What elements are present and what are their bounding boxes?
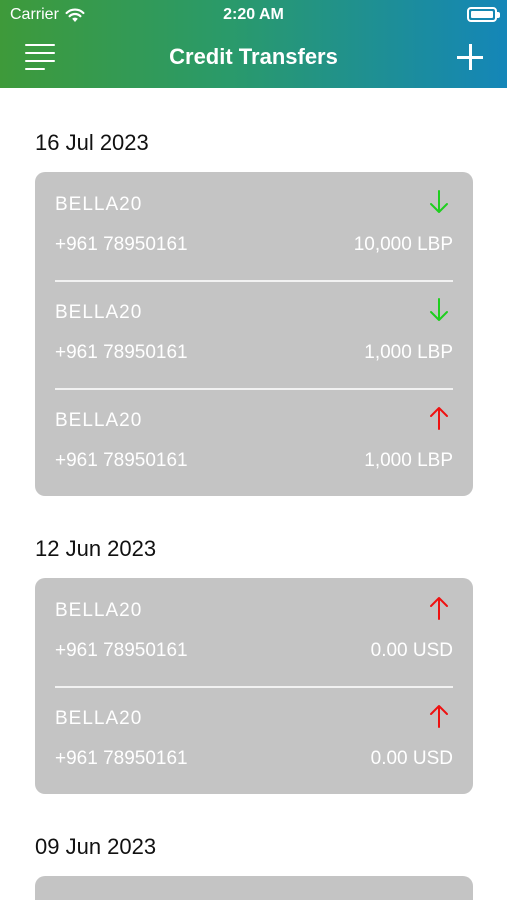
transfer-amount: 1,000 LBP bbox=[364, 450, 453, 471]
arrow-down-icon bbox=[430, 298, 448, 321]
date-heading: 16 Jul 2023 bbox=[35, 130, 149, 155]
transfer-phone: +961 78950161 bbox=[55, 234, 188, 255]
transfer-row[interactable]: BELLA20 +961 78950161 10,000 LBP bbox=[35, 172, 473, 280]
transfer-row[interactable]: BELLA20 +961 78950161 1,000 LBP bbox=[35, 388, 473, 496]
transfer-name: BELLA20 bbox=[55, 600, 143, 621]
transfers-list[interactable]: 16 Jul 2023 BELLA20 +961 78950161 10,000 LB… bbox=[0, 88, 507, 900]
page-title: Credit Transfers bbox=[169, 44, 338, 69]
app-header: Carrier 2:20 AM Credit Transfers bbox=[0, 0, 507, 88]
transfer-group-card: BELLA20 +961 78950161 10,000 LBP BELLA20 +96… bbox=[35, 172, 473, 496]
transfer-row[interactable]: BELLA20 +961 78950161 1,000 LBP bbox=[35, 280, 473, 388]
date-heading: 12 Jun 2023 bbox=[35, 536, 157, 561]
arrow-up-icon bbox=[430, 597, 448, 620]
transfer-group-card: BELLA20 +961 78950161 0.00 USD BELLA20 +961 … bbox=[35, 578, 473, 794]
transfer-amount: 0.00 USD bbox=[370, 748, 453, 769]
transfer-amount: 10,000 LBP bbox=[353, 234, 453, 255]
arrow-up-icon bbox=[430, 705, 448, 728]
transfer-amount: 1,000 LBP bbox=[364, 342, 453, 363]
add-transfer-button[interactable] bbox=[457, 44, 483, 70]
transfer-amount: 0.00 USD bbox=[370, 640, 453, 661]
transfer-phone: +961 78950161 bbox=[55, 640, 188, 661]
arrow-down-icon bbox=[430, 190, 448, 213]
arrow-up-icon bbox=[430, 407, 448, 430]
transfer-name: BELLA20 bbox=[55, 302, 143, 323]
transfer-row[interactable]: BELLA20 +961 78950161 0.00 USD bbox=[35, 686, 473, 794]
transfer-phone: +961 78950161 bbox=[55, 450, 188, 471]
navigation-bar: Credit Transfers bbox=[0, 36, 507, 80]
transfer-group-card bbox=[35, 876, 473, 900]
date-heading: 09 Jun 2023 bbox=[35, 834, 157, 859]
transfer-name: BELLA20 bbox=[55, 708, 143, 729]
status-bar: Carrier 2:20 AM bbox=[0, 0, 507, 30]
transfer-name: BELLA20 bbox=[55, 410, 143, 431]
status-time: 2:20 AM bbox=[223, 6, 284, 23]
transfer-phone: +961 78950161 bbox=[55, 748, 188, 769]
battery-icon bbox=[467, 7, 500, 22]
transfer-phone: +961 78950161 bbox=[55, 342, 188, 363]
transfer-row[interactable]: BELLA20 +961 78950161 0.00 USD bbox=[35, 578, 473, 686]
transfer-name: BELLA20 bbox=[55, 194, 143, 215]
